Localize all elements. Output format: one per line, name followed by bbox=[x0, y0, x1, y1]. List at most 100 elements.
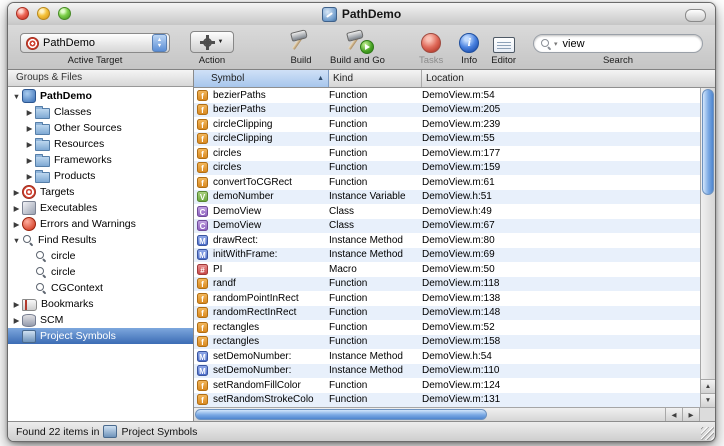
disclosure-triangle[interactable]: ▼ bbox=[11, 236, 22, 245]
disclosure-triangle[interactable]: ▶ bbox=[24, 172, 35, 181]
tasks-button[interactable]: Tasks bbox=[419, 33, 443, 66]
scroll-up-button[interactable]: ▲ bbox=[701, 379, 715, 393]
info-button[interactable]: Info bbox=[459, 33, 479, 66]
table-row[interactable]: MdrawRect:Instance MethodDemoView.m:80 bbox=[194, 233, 700, 248]
sidebar-item-resources[interactable]: ▶Resources bbox=[8, 136, 193, 152]
titlebar[interactable]: PathDemo bbox=[8, 3, 715, 25]
sidebar-item-find-results[interactable]: ▼Find Results bbox=[8, 232, 193, 248]
symbol-kind: Function bbox=[329, 133, 422, 144]
vertical-scrollbar[interactable]: ▲ ▼ bbox=[700, 88, 715, 407]
vertical-scrollbar-thumb[interactable] bbox=[702, 89, 714, 195]
app-icon bbox=[22, 201, 36, 215]
table-row[interactable]: fcirclesFunctionDemoView.m:159 bbox=[194, 161, 700, 176]
table-row[interactable]: fbezierPathsFunctionDemoView.m:205 bbox=[194, 103, 700, 118]
table-row[interactable]: CDemoViewClassDemoView.m:67 bbox=[194, 219, 700, 234]
table-row[interactable]: frectanglesFunctionDemoView.m:52 bbox=[194, 320, 700, 335]
disclosure-triangle[interactable]: ▶ bbox=[11, 300, 22, 309]
resize-grip[interactable] bbox=[701, 427, 714, 440]
active-target-tool: PathDemo Active Target bbox=[20, 33, 170, 66]
symbol-kind: Instance Method bbox=[329, 365, 422, 376]
gear-icon bbox=[201, 36, 214, 49]
sidebar-item-cgcontext[interactable]: CGContext bbox=[8, 280, 193, 296]
table-row[interactable]: frandfFunctionDemoView.m:118 bbox=[194, 277, 700, 292]
sidebar-item-circle[interactable]: circle bbox=[8, 264, 193, 280]
disclosure-triangle[interactable]: ▶ bbox=[11, 188, 22, 197]
column-header-symbol[interactable]: Symbol▲ bbox=[194, 70, 329, 87]
table-row[interactable]: #PIMacroDemoView.m:50 bbox=[194, 262, 700, 277]
stop-tasks-icon bbox=[421, 33, 441, 53]
table-row[interactable]: VdemoNumberInstance VariableDemoView.h:5… bbox=[194, 190, 700, 205]
sidebar-item-project-symbols[interactable]: Project Symbols bbox=[8, 328, 193, 344]
column-header-kind[interactable]: Kind bbox=[329, 70, 422, 87]
active-target-popup[interactable]: PathDemo bbox=[20, 33, 170, 53]
build-and-go-button[interactable]: Build and Go bbox=[330, 29, 385, 66]
sidebar-item-scm[interactable]: ▶SCM bbox=[8, 312, 193, 328]
search-icon bbox=[540, 38, 552, 50]
editor-button[interactable]: Editor bbox=[491, 37, 516, 66]
table-row[interactable]: fcirclesFunctionDemoView.m:177 bbox=[194, 146, 700, 161]
sidebar-item-targets[interactable]: ▶ Targets bbox=[8, 184, 193, 200]
table-row[interactable]: MsetDemoNumber:Instance MethodDemoView.h… bbox=[194, 349, 700, 364]
search-icon bbox=[22, 234, 34, 246]
symbol-kind: Instance Method bbox=[329, 235, 422, 246]
sidebar-item-products[interactable]: ▶Products bbox=[8, 168, 193, 184]
table-row[interactable]: frectanglesFunctionDemoView.m:158 bbox=[194, 335, 700, 350]
action-tool: ▼ Action bbox=[190, 31, 234, 66]
disclosure-triangle[interactable]: ▼ bbox=[11, 92, 22, 101]
target-icon bbox=[26, 37, 39, 50]
scroll-right-button[interactable]: ▶ bbox=[682, 408, 699, 421]
sidebar-item-circle[interactable]: circle bbox=[8, 248, 193, 264]
table-row[interactable]: fsetRandomFillColorFunctionDemoView.m:12… bbox=[194, 378, 700, 393]
info-icon bbox=[459, 33, 479, 53]
scroll-left-button[interactable]: ◀ bbox=[665, 408, 682, 421]
action-menu-button[interactable]: ▼ bbox=[190, 31, 234, 53]
sidebar-item-pathdemo[interactable]: ▼PathDemo bbox=[8, 88, 193, 104]
horizontal-scroll-track[interactable] bbox=[194, 408, 665, 421]
table-row[interactable]: fcircleClippingFunctionDemoView.m:55 bbox=[194, 132, 700, 147]
disclosure-triangle[interactable]: ▶ bbox=[24, 156, 35, 165]
search-icon bbox=[35, 266, 47, 278]
symbol-symbol: randomRectInRect bbox=[213, 307, 329, 318]
toolbar-toggle-button[interactable] bbox=[685, 9, 706, 22]
search-input[interactable]: ▾ view bbox=[533, 34, 703, 53]
symbol-symbol: setRandomFillColor bbox=[213, 380, 329, 391]
disclosure-triangle[interactable]: ▶ bbox=[11, 316, 22, 325]
table-row[interactable]: MinitWithFrame:Instance MethodDemoView.m… bbox=[194, 248, 700, 263]
sidebar-item-other-sources[interactable]: ▶Other Sources bbox=[8, 120, 193, 136]
disclosure-triangle[interactable]: ▶ bbox=[24, 124, 35, 133]
disclosure-triangle[interactable]: ▶ bbox=[24, 108, 35, 117]
search-icon bbox=[35, 250, 47, 262]
table-row[interactable]: fconvertToCGRectFunctionDemoView.m:61 bbox=[194, 175, 700, 190]
table-row[interactable]: frandomPointInRectFunctionDemoView.m:138 bbox=[194, 291, 700, 306]
build-button[interactable]: Build bbox=[288, 29, 314, 66]
table-row[interactable]: MsetDemoNumber:Instance MethodDemoView.m… bbox=[194, 364, 700, 379]
sidebar-item-executables[interactable]: ▶ Executables bbox=[8, 200, 193, 216]
table-row[interactable]: frandomRectInRectFunctionDemoView.m:148 bbox=[194, 306, 700, 321]
horizontal-scrollbar[interactable]: ◀ ▶ bbox=[194, 407, 715, 421]
column-header-location[interactable]: Location bbox=[422, 70, 715, 87]
scroll-down-button[interactable]: ▼ bbox=[701, 393, 715, 407]
disclosure-triangle[interactable]: ▶ bbox=[24, 140, 35, 149]
table-row[interactable]: CDemoViewClassDemoView.h:49 bbox=[194, 204, 700, 219]
disclosure-triangle[interactable]: ▶ bbox=[11, 204, 22, 213]
editor-icon bbox=[493, 37, 515, 53]
sidebar-item-bookmarks[interactable]: ▶Bookmarks bbox=[8, 296, 193, 312]
search-menu-chevron-icon[interactable]: ▾ bbox=[554, 40, 558, 48]
symbol-kind: Function bbox=[329, 278, 422, 289]
status-target: Project Symbols bbox=[121, 426, 197, 438]
symbol-kind-icon: M bbox=[197, 235, 208, 246]
sidebar-item-label: Executables bbox=[40, 202, 97, 214]
sidebar-item-classes[interactable]: ▶Classes bbox=[8, 104, 193, 120]
table-row[interactable]: fbezierPathsFunctionDemoView.m:54 bbox=[194, 88, 700, 103]
symbol-location: DemoView.h:49 bbox=[422, 206, 700, 217]
horizontal-scrollbar-thumb[interactable] bbox=[195, 409, 487, 420]
table-row[interactable]: fsetRandomStrokeColoFunctionDemoView.m:1… bbox=[194, 393, 700, 408]
table-row[interactable]: fcircleClippingFunctionDemoView.m:239 bbox=[194, 117, 700, 132]
sidebar-item-frameworks[interactable]: ▶Frameworks bbox=[8, 152, 193, 168]
symbol-kind-icon: f bbox=[197, 177, 208, 188]
symbol-location: DemoView.h:54 bbox=[422, 351, 700, 362]
sidebar-item-errors-and-warnings[interactable]: ▶Errors and Warnings bbox=[8, 216, 193, 232]
sidebar-item-label: Targets bbox=[40, 186, 74, 198]
symbol-kind-icon: f bbox=[197, 293, 208, 304]
disclosure-triangle[interactable]: ▶ bbox=[11, 220, 22, 229]
